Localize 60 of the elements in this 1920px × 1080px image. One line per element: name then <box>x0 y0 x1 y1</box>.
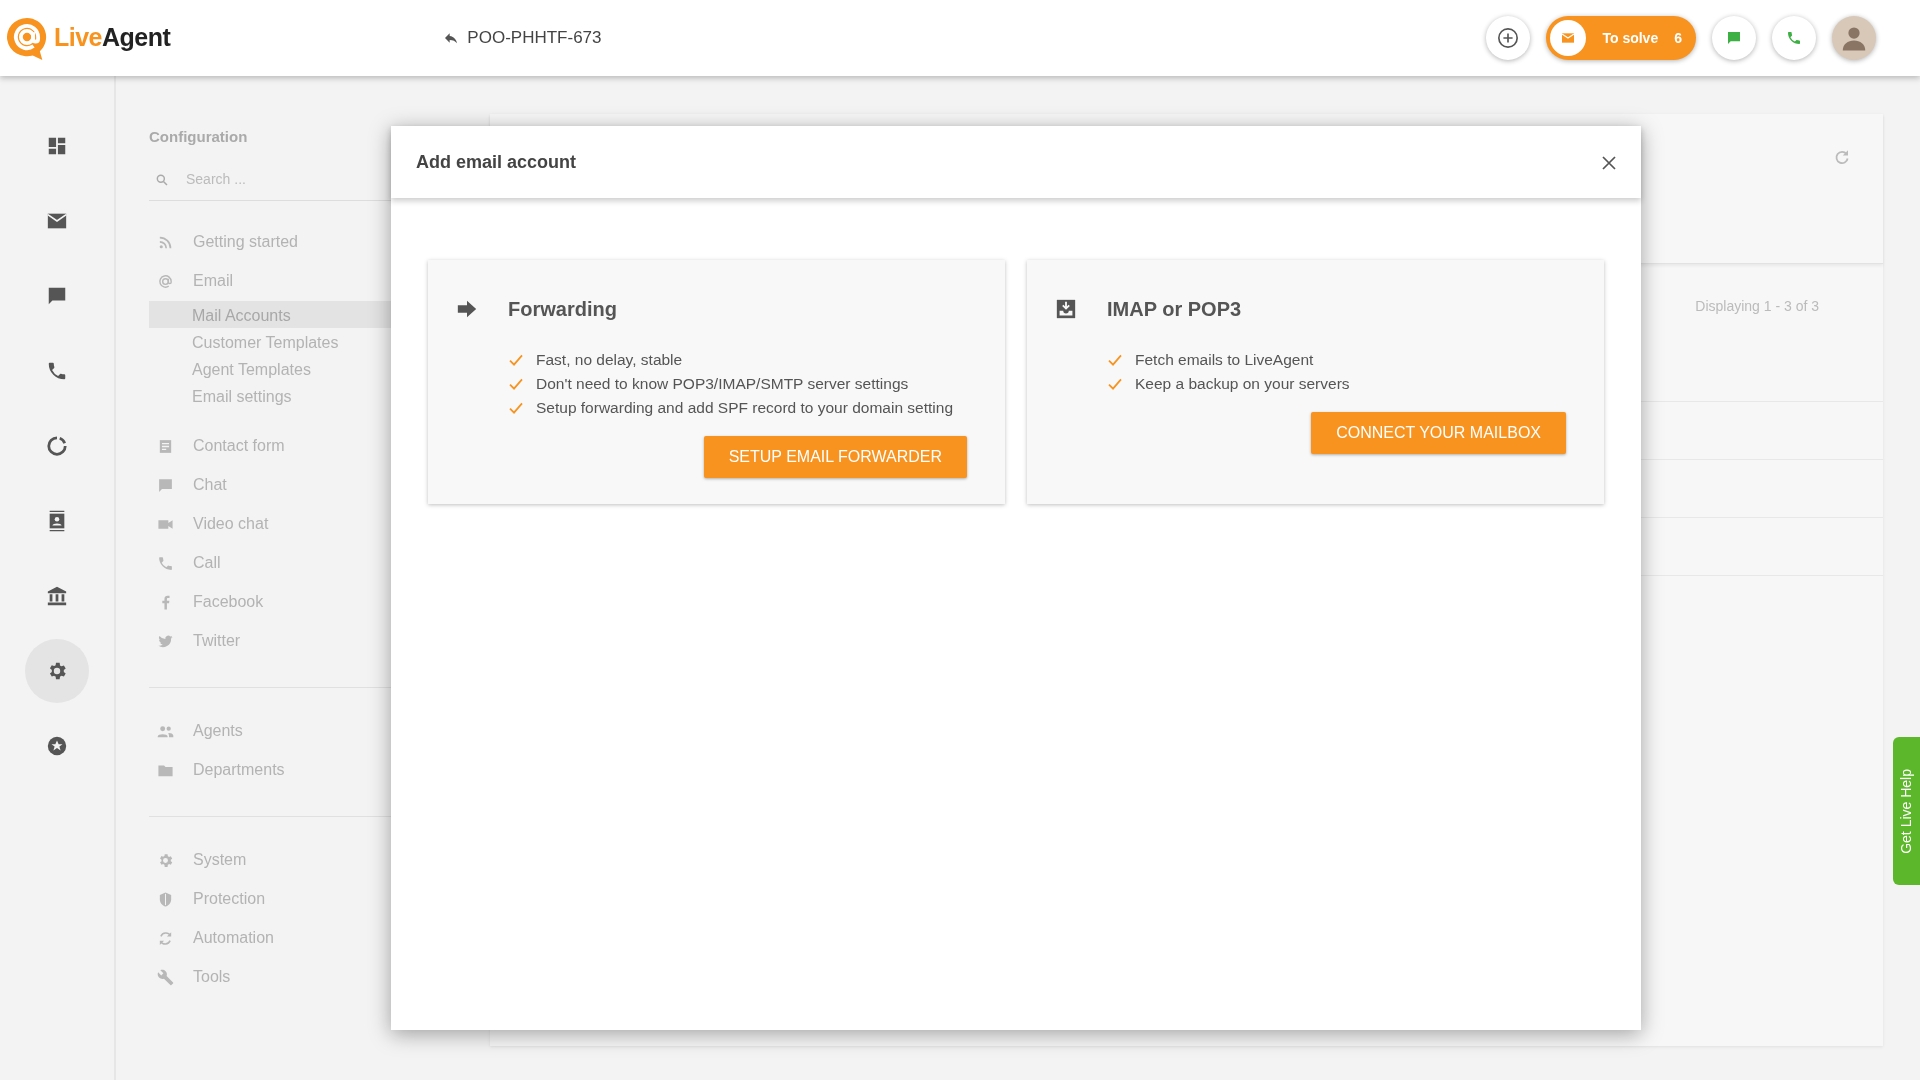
submenu-item[interactable]: Customer Templates <box>149 327 490 355</box>
check-icon <box>1107 352 1123 368</box>
option-title: IMAP or POP3 <box>1107 297 1242 322</box>
logo-text: LiveAgent <box>54 22 171 54</box>
live-help-tab[interactable]: Get Live Help <box>1893 737 1920 885</box>
plus-circle-icon <box>1497 27 1520 49</box>
arrow-right-icon <box>456 298 478 320</box>
search-icon <box>155 172 169 187</box>
to-solve-button[interactable]: To solve 6 <box>1546 16 1696 60</box>
menu-item[interactable]: Tools <box>149 957 490 997</box>
phone-icon <box>157 554 174 572</box>
inbox-download-icon <box>1055 298 1077 320</box>
shield-icon <box>157 890 174 908</box>
chat-button[interactable] <box>1712 16 1756 60</box>
check-icon <box>508 400 524 416</box>
at-sign-icon <box>157 272 174 290</box>
action-button[interactable]: SETUP EMAIL FORWARDER <box>703 436 967 478</box>
menu-item[interactable]: System <box>149 840 490 880</box>
phone-icon <box>46 360 68 382</box>
menu-item[interactable]: Facebook <box>149 582 490 622</box>
avatar[interactable] <box>1832 16 1876 60</box>
option-title: Forwarding <box>508 297 617 322</box>
ticket-id: POO-PHHTF-673 <box>467 27 602 50</box>
feature-text: Don't need to know POP3/IMAP/SMTP server settings <box>536 374 909 394</box>
dashboard-icon <box>46 135 68 157</box>
envelope-icon <box>1560 30 1577 46</box>
menu-item[interactable]: Getting started <box>149 222 490 262</box>
close-icon[interactable] <box>1601 154 1617 171</box>
feature-text: Keep a backup on your servers <box>1135 374 1350 394</box>
add-button[interactable] <box>1486 16 1531 60</box>
wrench-icon <box>157 968 174 986</box>
feature-text: Fast, no delay, stable <box>536 350 683 370</box>
gear-icon <box>157 851 174 869</box>
form-icon <box>157 437 174 455</box>
donut-chart-icon <box>46 435 68 457</box>
action-button[interactable]: CONNECT YOUR MAILBOX <box>1311 412 1566 454</box>
menu-item[interactable]: Agents <box>149 711 490 751</box>
submenu-item[interactable]: Email settings <box>149 381 490 409</box>
paging-text: Displaying 1 - 3 of 3 <box>1695 298 1819 314</box>
menu-item[interactable]: Twitter <box>149 621 490 661</box>
sync-icon <box>157 929 174 947</box>
menu-item[interactable]: Email <box>149 261 490 301</box>
menu-item[interactable]: Chat <box>149 465 490 505</box>
submenu-item[interactable]: Agent Templates <box>149 354 490 382</box>
chat-icon <box>1726 30 1742 46</box>
menu-item[interactable]: Video chat <box>149 504 490 544</box>
check-icon <box>508 352 524 368</box>
feature-text: Setup forwarding and add SPF record to your domain setting <box>536 398 954 418</box>
menu-item[interactable]: Departments <box>149 750 490 790</box>
check-icon <box>508 376 524 392</box>
menu-item[interactable]: Call <box>149 543 490 583</box>
bank-icon <box>46 585 68 607</box>
menu-item[interactable]: Protection <box>149 879 490 919</box>
reply-icon <box>443 30 460 46</box>
star-circle-icon <box>46 735 68 757</box>
check-icon <box>1107 376 1123 392</box>
phone-icon <box>1786 30 1802 46</box>
section-title: Configuration <box>149 127 249 147</box>
feature-text: Fetch emails to LiveAgent <box>1135 350 1314 370</box>
chat-icon <box>157 476 174 494</box>
